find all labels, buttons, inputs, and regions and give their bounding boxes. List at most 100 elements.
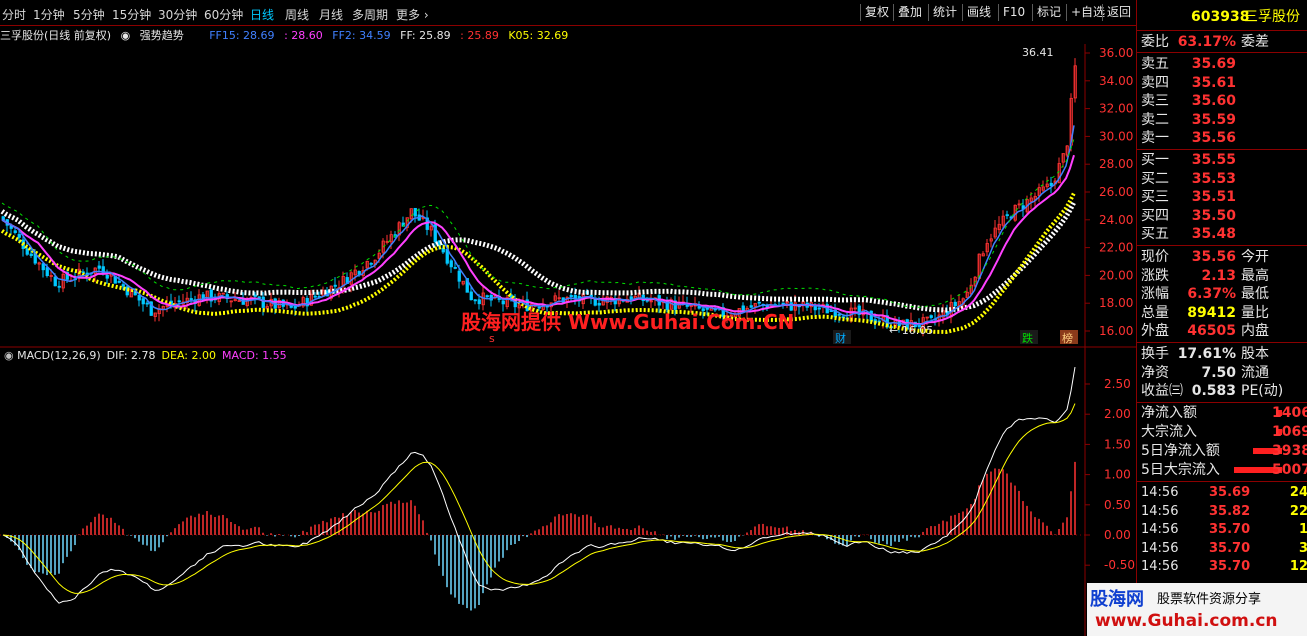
period-multi[interactable]: 多周期: [352, 6, 388, 23]
chevron-right-icon: ›: [420, 8, 429, 22]
trade-row: 14:56 35.70 12: [1141, 558, 1307, 576]
candle-body: [569, 295, 573, 298]
period-weekly[interactable]: 周线: [285, 6, 309, 23]
candles: [1, 58, 1077, 337]
fanhui-button[interactable]: 返回: [1102, 4, 1135, 21]
row-value: 35.50: [1191, 207, 1236, 224]
indicator-name[interactable]: 强势趋势: [140, 29, 184, 42]
stat2-row: 换手 17.61% 股本: [1141, 345, 1307, 363]
candle-body: [757, 301, 761, 304]
price-tick-label: 30.00: [1099, 129, 1133, 143]
candle-body: [501, 300, 505, 305]
stock-code: 603938: [1191, 9, 1250, 25]
trade-time: 14:56: [1141, 522, 1179, 537]
row-label2: 股本: [1241, 346, 1269, 362]
candle-body: [57, 285, 61, 288]
row-value: 35.48: [1191, 226, 1236, 242]
candle-body: [333, 284, 337, 287]
price-tick-label: 26.00: [1099, 185, 1133, 199]
bid-row: 买三 35.51: [1141, 188, 1307, 206]
period-1min[interactable]: 1分钟: [33, 6, 65, 23]
row-value: 35.56: [1191, 249, 1236, 265]
stock-name: 三孚股份: [1244, 9, 1300, 25]
macd-tick-label: 0.50: [1104, 498, 1131, 512]
diejia-button[interactable]: 叠加: [893, 4, 926, 21]
candle-body: [141, 298, 145, 305]
stat-row: 现价 35.56 今开: [1141, 248, 1307, 266]
ff-value: FF: 25.89: [400, 29, 451, 42]
guhai-logo: 股海网 股票软件资源分享 www.Guhai.com.cn: [1087, 583, 1307, 636]
period-daily[interactable]: 日线: [250, 6, 274, 23]
tag-die[interactable]: 跌: [1022, 331, 1033, 345]
stat-row: 涨跌 2.13 最高: [1141, 267, 1307, 285]
row-value: 46505: [1187, 323, 1236, 339]
tag-bang[interactable]: 榜: [1062, 331, 1073, 345]
candle-body: [453, 267, 457, 269]
fuquan-button[interactable]: 复权: [860, 4, 893, 21]
macd-tick-label: 1.50: [1104, 437, 1131, 451]
row-value: 35.59: [1191, 111, 1236, 128]
row-value: 17.61%: [1177, 346, 1236, 362]
row-value: 89412: [1187, 304, 1236, 321]
trade-vol: 24: [1289, 485, 1307, 500]
period-more[interactable]: 更多 ›: [396, 6, 429, 23]
price-tick-label: 36.00: [1099, 46, 1133, 60]
tongji-button[interactable]: 统计: [928, 4, 961, 21]
trade-vol: 12: [1289, 559, 1307, 574]
ff2-value: FF2: 34.59: [332, 29, 391, 42]
trade-time: 14:56: [1141, 559, 1179, 574]
macd-header: ◉ MACD(12,26,9) DIF: 2.78 DEA: 2.00 MACD: 1…: [4, 349, 287, 362]
candle-body: [117, 281, 121, 283]
row-label: 卖二: [1141, 111, 1169, 128]
period-5min[interactable]: 5分钟: [73, 6, 105, 23]
indicator-header: 三孚股份(日线 前复权) ◉ 强势趋势 FF15: 28.69 : 28.60 …: [0, 27, 1090, 43]
stat-row: 总量 89412 量比: [1141, 304, 1307, 322]
flow-row: 5日净流入额 3938: [1141, 442, 1307, 460]
row-label: 买一: [1141, 152, 1169, 168]
price-tick-label: 18.00: [1099, 296, 1133, 310]
row-label: 买四: [1141, 207, 1169, 224]
row-label: 涨幅: [1141, 286, 1169, 302]
trade-row: 14:56 35.70 3: [1141, 540, 1307, 558]
row-label: 涨跌: [1141, 267, 1169, 284]
flow-value: 1406: [1272, 405, 1307, 421]
chart-area[interactable]: 36.00 34.00 32.00 30.00 28.00 26.00 24.00 22.00…: [0, 44, 1136, 636]
period-30min[interactable]: 30分钟: [158, 6, 197, 23]
ma-line-blue: [1, 125, 1075, 326]
row-label: 净资: [1141, 364, 1169, 381]
row-value: 35.60: [1191, 93, 1236, 109]
candle-body: [477, 299, 481, 305]
period-15min[interactable]: 15分钟: [112, 6, 151, 23]
weibi-row: 委比 63.17% 委差: [1141, 33, 1307, 51]
price-tick-label: 32.00: [1099, 102, 1133, 116]
trade-vol: 3: [1298, 540, 1307, 556]
row-value: 2.13: [1201, 267, 1236, 284]
ma-lines: [0, 125, 1077, 335]
huaxian-button[interactable]: 画线: [962, 4, 995, 21]
trade-row: 14:56 35.82 22: [1141, 503, 1307, 521]
ma-line-green: [1, 138, 1075, 308]
period-monthly[interactable]: 月线: [319, 6, 343, 23]
f10-button[interactable]: F10: [998, 4, 1029, 21]
row-label2: 最低: [1241, 286, 1269, 302]
candle-body: [837, 313, 841, 316]
period-60min[interactable]: 60分钟: [204, 6, 243, 23]
tag-cai[interactable]: 财: [835, 331, 846, 345]
macd-dea: DEA: 2.00: [162, 349, 216, 362]
indicator-toggle-icon[interactable]: ◉: [121, 29, 131, 42]
trade-row: 14:56 35.69 24: [1141, 484, 1307, 502]
period-fenshi[interactable]: 分时: [2, 6, 26, 23]
candle-body: [97, 265, 101, 269]
row-label: 换手: [1141, 346, 1169, 362]
row-label: 买五: [1141, 226, 1169, 242]
chart-grid: [0, 44, 1136, 636]
trade-price: 35.70: [1209, 559, 1251, 574]
biaoji-button[interactable]: 标记: [1032, 4, 1065, 21]
candle-body: [953, 301, 957, 307]
kline-svg[interactable]: 36.00 34.00 32.00 30.00 28.00 26.00 24.00 22.00…: [0, 44, 1136, 636]
row-value: 35.51: [1191, 189, 1236, 205]
ask-row: 卖三 35.60: [1141, 92, 1307, 110]
row-value: 35.56: [1191, 130, 1236, 146]
candle-body: [781, 302, 785, 305]
period-toolbar: 分时 1分钟 5分钟 15分钟 30分钟 60分钟 日线 周线 月线 多周期 更…: [0, 0, 1136, 26]
